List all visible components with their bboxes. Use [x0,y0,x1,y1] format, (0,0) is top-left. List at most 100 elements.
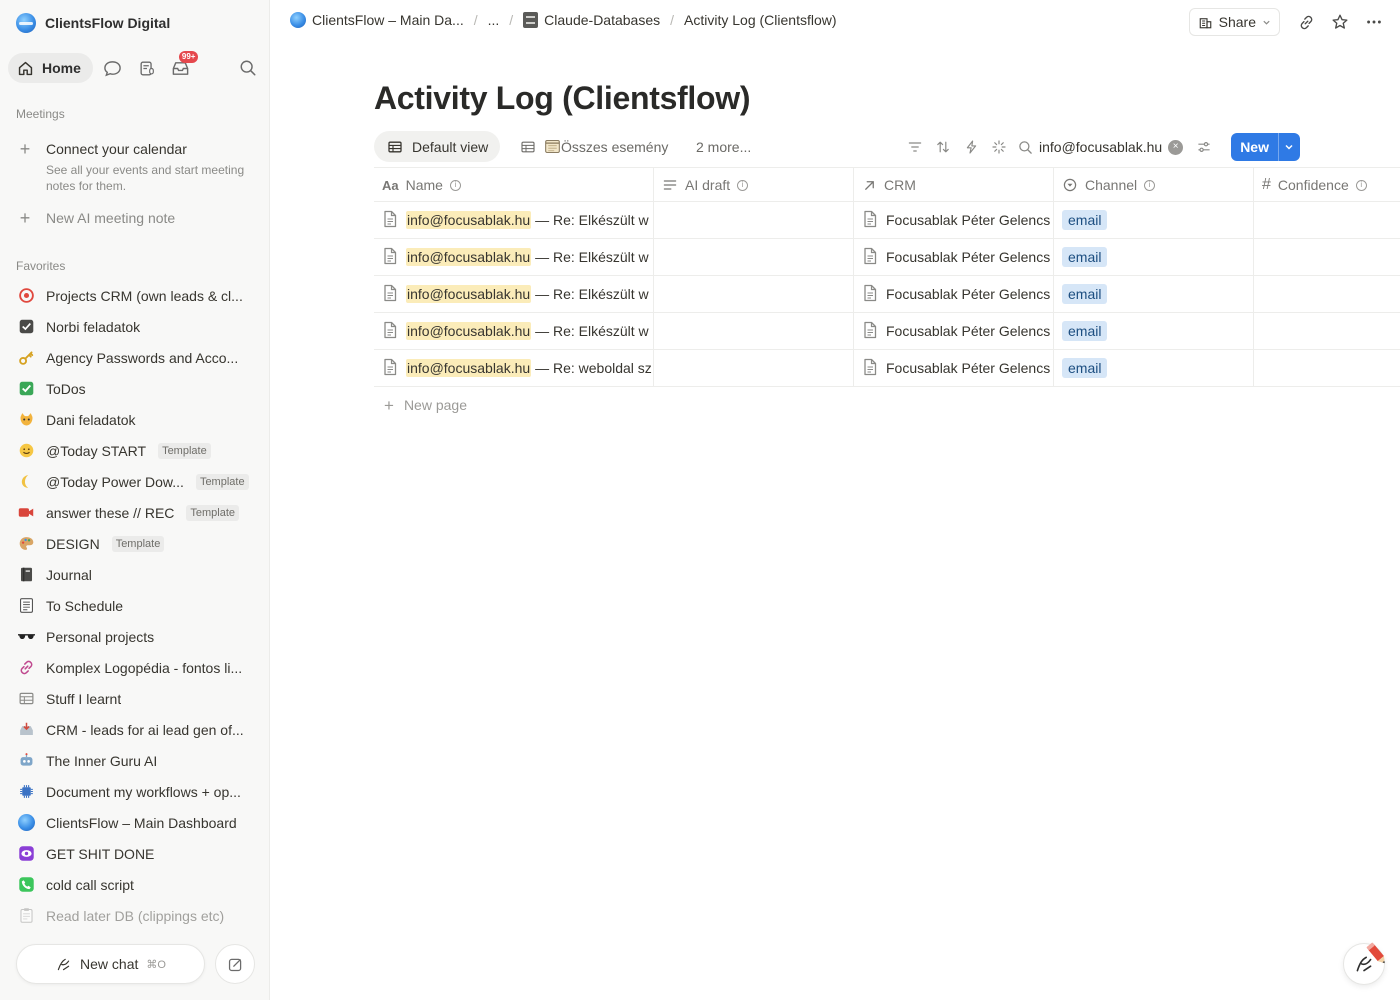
cell-ai-draft[interactable] [654,276,854,312]
cell-crm[interactable]: Focusablak Péter Gelencs [854,276,1054,312]
sidebar-item-label: ToDos [46,380,86,397]
database-search[interactable]: info@focusablak.hu × [1018,139,1184,155]
sidebar-item-favorite[interactable]: CRM - leads for ai lead gen of... [16,714,262,745]
cell-name[interactable]: info@focusablak.hu — Re: Elkészült w [374,313,654,349]
sidebar-item-favorite[interactable]: @Today Power Dow... Template [16,466,262,497]
sidebar-item-favorite[interactable]: Agency Passwords and Acco... [16,342,262,373]
sidebar-item-favorite[interactable]: Norbi feladatok [16,311,262,342]
more-views-button[interactable]: 2 more... [696,131,751,162]
inbox-tray-icon [16,720,36,740]
inbox-button[interactable]: 99+ [167,51,199,82]
table-row[interactable]: info@focusablak.hu — Re: Elkészült w Focu… [374,313,1400,350]
cell-crm[interactable]: Focusablak Péter Gelencs [854,202,1054,238]
cell-confidence[interactable] [1254,239,1400,275]
clear-search-icon[interactable]: × [1168,139,1184,155]
table-row[interactable]: info@focusablak.hu — Re: Elkészült w Focu… [374,202,1400,239]
view-settings-button[interactable] [1193,133,1215,161]
ledger-icon [16,596,36,616]
automations-button[interactable] [960,133,982,161]
sidebar-item-favorite[interactable]: ToDos [16,373,262,404]
sidebar-item-favorite[interactable]: Dani feladatok [16,404,262,435]
inbox-badge: 99+ [178,51,199,63]
sidebar-item-favorite[interactable]: Personal projects [16,621,262,652]
new-chat-button[interactable]: New chat ⌘O [16,944,205,984]
sidebar-item-favorite[interactable]: Komplex Logopédia - fontos li... [16,652,262,683]
new-record-button[interactable]: New [1231,133,1278,161]
filter-button[interactable] [904,133,926,161]
sidebar-item-favorite[interactable]: Projects CRM (own leads & cl... [16,280,262,311]
breadcrumb-item-ellipsis[interactable]: ... [488,12,500,28]
table-row[interactable]: info@focusablak.hu — Re: weboldal sz Focu… [374,350,1400,387]
cell-channel[interactable]: email [1054,239,1254,275]
cell-confidence[interactable] [1254,202,1400,238]
page-document-icon [862,358,878,379]
tab-osszes-esemeny[interactable]: Összes esemény [520,131,668,162]
sidebar-item-favorite[interactable]: answer these // REC Template [16,497,262,528]
sidebar-item-favorite[interactable]: ClientsFlow – Main Dashboard [16,807,262,838]
cell-name[interactable]: info@focusablak.hu — Re: Elkészült w [374,276,654,312]
cell-name[interactable]: info@focusablak.hu — Re: Elkészült w [374,202,654,238]
cell-confidence[interactable] [1254,313,1400,349]
compose-button[interactable] [215,944,255,984]
cell-confidence[interactable] [1254,276,1400,312]
sidebar-item-favorite[interactable]: cold call script [16,869,262,900]
sidebar-item-favorite[interactable]: Journal [16,559,262,590]
search-button[interactable] [234,54,262,82]
page-title[interactable]: Activity Log (Clientsflow) [374,80,751,117]
favorite-button[interactable] [1326,8,1354,36]
cell-channel[interactable]: email [1054,313,1254,349]
sidebar-item-favorite[interactable]: Document my workflows + op... [16,776,262,807]
column-header-confidence[interactable]: # Confidence i [1254,168,1400,202]
column-header-crm[interactable]: CRM [854,168,1054,202]
copy-link-button[interactable] [1292,8,1320,36]
green-check-icon [16,379,36,399]
sidebar-item-favorite[interactable]: Read later DB (clippings etc) [16,900,262,931]
sidebar-item-favorite[interactable]: GET SHIT DONE [16,838,262,869]
cell-channel[interactable]: email [1054,350,1254,386]
breadcrumb-item-claude-databases[interactable]: Claude-Databases [523,12,660,28]
cell-crm[interactable]: Focusablak Péter Gelencs [854,313,1054,349]
new-page-button[interactable]: + New page [374,387,1400,423]
cell-ai-draft[interactable] [654,239,854,275]
cell-name-text: — Re: Elkészült w [531,323,649,339]
info-icon: i [449,179,461,191]
connect-calendar[interactable]: + Connect your calendar See all your eve… [16,140,256,194]
home-button[interactable]: Home [8,53,93,83]
sidebar-item-favorite[interactable]: @Today START Template [16,435,262,466]
sidebar-item-favorite[interactable]: The Inner Guru AI [16,745,262,776]
cell-ai-draft[interactable] [654,350,854,386]
cell-crm[interactable]: Focusablak Péter Gelencs [854,350,1054,386]
column-header-name[interactable]: Aa Name i [374,168,654,202]
cell-name[interactable]: info@focusablak.hu — Re: Elkészült w [374,239,654,275]
column-header-ai-draft[interactable]: AI draft i [654,168,854,202]
sidebar-item-favorite[interactable]: DESIGN Template [16,528,262,559]
tab-default-view[interactable]: Default view [374,131,501,162]
breadcrumb-item-dashboard[interactable]: ClientsFlow – Main Da... [290,12,464,28]
table-row[interactable]: info@focusablak.hu — Re: Elkészült w Focu… [374,239,1400,276]
cell-ai-draft[interactable] [654,202,854,238]
database-search-input[interactable]: info@focusablak.hu [1039,139,1162,155]
sidebar-item-label: cold call script [46,876,134,893]
sidebar-item-favorite[interactable]: Stuff I learnt [16,683,262,714]
lightning-icon [966,140,976,154]
cell-ai-draft[interactable] [654,313,854,349]
cell-crm[interactable]: Focusablak Péter Gelencs [854,239,1054,275]
sort-button[interactable] [932,133,954,161]
breadcrumb-item-current-page[interactable]: Activity Log (Clientsflow) [684,12,837,28]
sunglasses-icon [16,627,36,647]
meetings-button[interactable] [133,54,161,82]
cell-channel[interactable]: email [1054,202,1254,238]
ai-autofill-button[interactable] [988,133,1010,161]
column-header-channel[interactable]: Channel i [1054,168,1254,202]
table-row[interactable]: info@focusablak.hu — Re: Elkészült w Focu… [374,276,1400,313]
new-record-dropdown[interactable] [1277,133,1300,161]
sidebar-item-favorite[interactable]: To Schedule [16,590,262,621]
new-ai-meeting-note[interactable]: + New AI meeting note [16,209,175,227]
chat-button[interactable] [99,54,127,82]
workspace-switcher[interactable]: ClientsFlow Digital [16,12,170,34]
share-button[interactable]: Share [1188,8,1280,36]
cell-channel[interactable]: email [1054,276,1254,312]
more-options-button[interactable] [1360,8,1388,36]
cell-name[interactable]: info@focusablak.hu — Re: weboldal sz [374,350,654,386]
cell-confidence[interactable] [1254,350,1400,386]
